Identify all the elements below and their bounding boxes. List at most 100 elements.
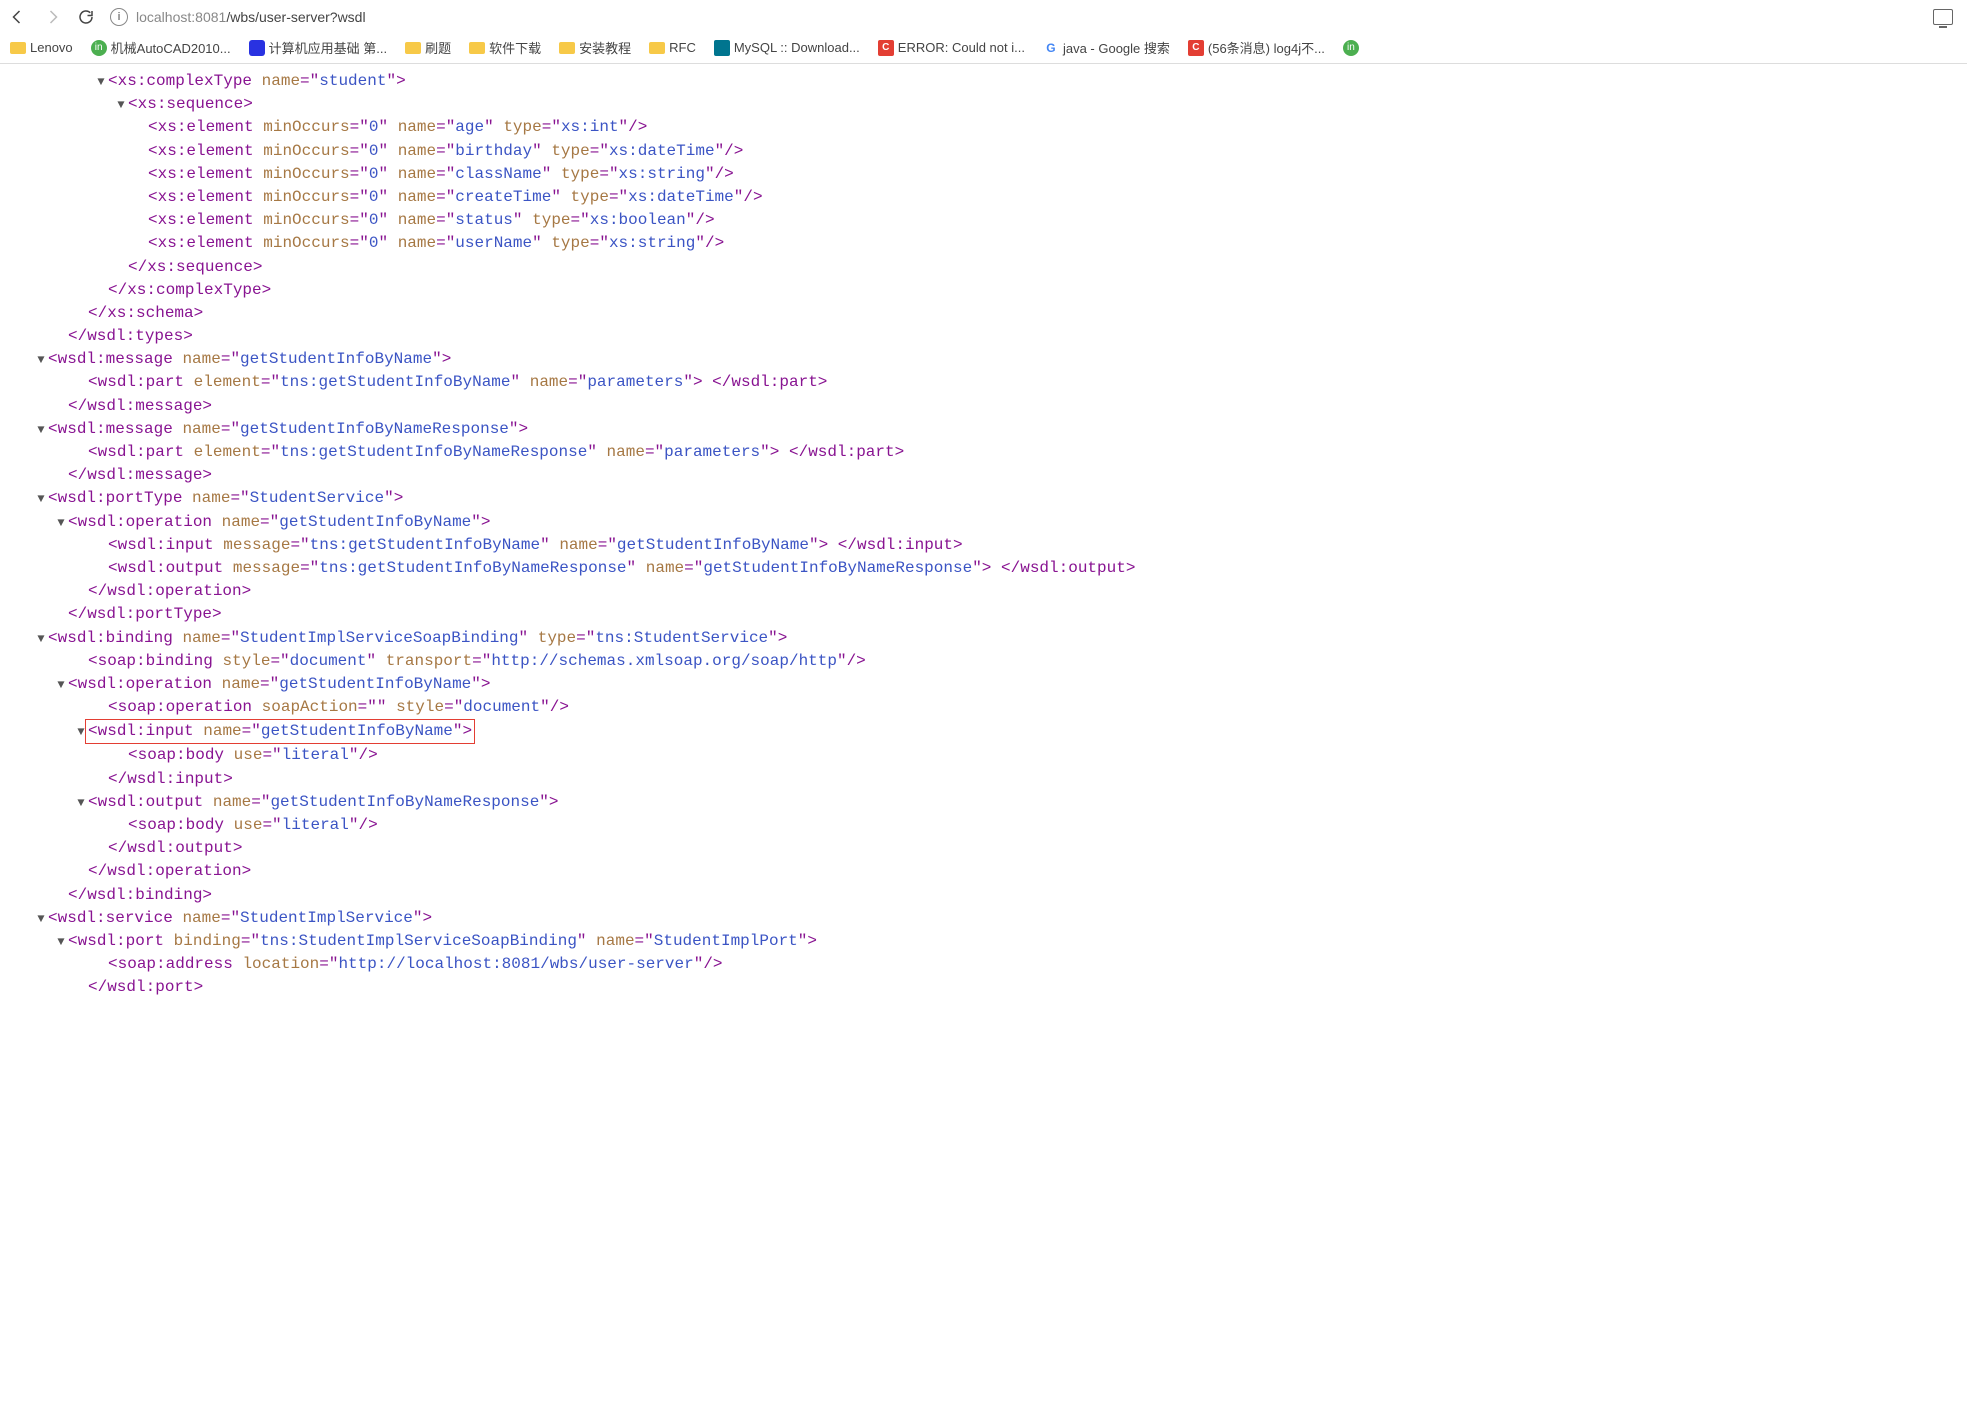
xml-node[interactable]: <wsdl:message name="getStudentInfoByName… [48, 418, 528, 441]
xml-node[interactable]: <wsdl:part element="tns:getStudentInfoBy… [88, 371, 827, 394]
xml-line: <soap:body use="literal"/> [14, 744, 1953, 767]
xml-node[interactable]: <wsdl:binding name="StudentImplServiceSo… [48, 627, 787, 650]
bookmark-item[interactable]: RFC [649, 40, 696, 55]
xml-node[interactable]: <soap:binding style="document" transport… [88, 650, 866, 673]
xml-node[interactable]: <xs:sequence> [128, 93, 253, 116]
xml-node[interactable]: <wsdl:part element="tns:getStudentInfoBy… [88, 441, 904, 464]
xml-node[interactable]: <soap:operation soapAction="" style="doc… [108, 696, 569, 719]
xml-node[interactable]: <xs:element minOccurs="0" name="classNam… [148, 163, 734, 186]
xml-line: ▼<wsdl:portType name="StudentService"> [14, 487, 1953, 510]
xml-node[interactable]: </wsdl:operation> [88, 860, 251, 883]
xml-node[interactable]: </xs:schema> [88, 302, 203, 325]
xml-node[interactable]: </wsdl:portType> [68, 603, 222, 626]
bookmark-label: Lenovo [30, 40, 73, 55]
bookmark-item[interactable]: Lenovo [10, 40, 73, 55]
reload-button[interactable] [76, 7, 96, 27]
bookmark-label: 软件下载 [489, 38, 541, 57]
xml-node[interactable]: <wsdl:output message="tns:getStudentInfo… [108, 557, 1135, 580]
xml-node[interactable]: <wsdl:port binding="tns:StudentImplServi… [68, 930, 817, 953]
bookmark-item[interactable]: in机械AutoCAD2010... [91, 38, 231, 57]
info-icon[interactable]: i [110, 8, 128, 26]
xml-node[interactable]: </wsdl:message> [68, 395, 212, 418]
xml-line: ▼<wsdl:port binding="tns:StudentImplServ… [14, 930, 1953, 953]
xml-node[interactable]: <soap:body use="literal"/> [128, 814, 378, 837]
address-bar[interactable]: i localhost:8081/wbs/user-server?wsdl [110, 8, 1919, 26]
collapse-toggle-icon[interactable]: ▼ [34, 491, 48, 508]
xml-node[interactable]: </xs:sequence> [128, 256, 262, 279]
bookmark-item[interactable]: 安装教程 [559, 38, 631, 57]
bookmark-item[interactable]: in [1343, 40, 1363, 56]
xml-line: <soap:address location="http://localhost… [14, 953, 1953, 976]
bookmark-label: RFC [669, 40, 696, 55]
collapse-toggle-icon[interactable]: ▼ [34, 422, 48, 439]
collapse-toggle-icon[interactable]: ▼ [54, 934, 68, 951]
bookmark-label: MySQL :: Download... [734, 40, 860, 55]
xml-node[interactable]: <wsdl:service name="StudentImplService"> [48, 907, 432, 930]
collapse-toggle-icon[interactable]: ▼ [94, 74, 108, 91]
collapse-toggle-icon[interactable]: ▼ [74, 795, 88, 812]
xml-node[interactable]: <xs:complexType name="student"> [108, 70, 406, 93]
xml-line: <xs:element minOccurs="0" name="birthday… [14, 140, 1953, 163]
xml-line: </xs:sequence> [14, 256, 1953, 279]
bookmark-icon [405, 42, 421, 54]
xml-line: ▼<xs:complexType name="student"> [14, 70, 1953, 93]
xml-node[interactable]: </wsdl:input> [108, 768, 233, 791]
xml-node[interactable]: </wsdl:operation> [88, 580, 251, 603]
xml-node[interactable]: <wsdl:input message="tns:getStudentInfoB… [108, 534, 963, 557]
xml-node[interactable]: <soap:address location="http://localhost… [108, 953, 723, 976]
xml-line: ▼<xs:sequence> [14, 93, 1953, 116]
forward-button[interactable] [42, 7, 62, 27]
bookmark-icon: C [878, 40, 894, 56]
browser-toolbar: i localhost:8081/wbs/user-server?wsdl [0, 0, 1967, 34]
collapse-toggle-icon[interactable]: ▼ [34, 911, 48, 928]
bookmark-item[interactable]: C(56条消息) log4j不... [1188, 38, 1325, 57]
xml-line: </xs:schema> [14, 302, 1953, 325]
xml-line: </wsdl:operation> [14, 580, 1953, 603]
collapse-toggle-icon[interactable]: ▼ [114, 97, 128, 114]
bookmark-item[interactable]: 软件下载 [469, 38, 541, 57]
xml-node[interactable]: </wsdl:output> [108, 837, 242, 860]
bookmark-label: 刷题 [425, 38, 451, 57]
xml-node[interactable]: <wsdl:message name="getStudentInfoByName… [48, 348, 451, 371]
collapse-toggle-icon[interactable]: ▼ [34, 631, 48, 648]
xml-node[interactable]: </wsdl:port> [88, 976, 203, 999]
xml-node[interactable]: <xs:element minOccurs="0" name="userName… [148, 232, 724, 255]
bookmark-icon [249, 40, 265, 56]
xml-node[interactable]: <xs:element minOccurs="0" name="status" … [148, 209, 715, 232]
xml-line: </wsdl:input> [14, 768, 1953, 791]
bookmark-icon [714, 40, 730, 56]
xml-line: </wsdl:types> [14, 325, 1953, 348]
url-text: localhost:8081/wbs/user-server?wsdl [136, 9, 366, 25]
collapse-toggle-icon[interactable]: ▼ [54, 677, 68, 694]
back-button[interactable] [8, 7, 28, 27]
xml-node[interactable]: </wsdl:message> [68, 464, 212, 487]
collapse-toggle-icon[interactable]: ▼ [34, 352, 48, 369]
xml-node[interactable]: <wsdl:operation name="getStudentInfoByNa… [68, 673, 491, 696]
xml-line: <wsdl:input message="tns:getStudentInfoB… [14, 534, 1953, 557]
xml-node[interactable]: </wsdl:binding> [68, 884, 212, 907]
xml-node[interactable]: <xs:element minOccurs="0" name="age" typ… [148, 116, 647, 139]
bookmark-item[interactable]: 计算机应用基础 第... [249, 38, 387, 57]
xml-node[interactable]: <wsdl:input name="getStudentInfoByName"> [85, 719, 475, 744]
bookmark-icon: in [91, 40, 107, 56]
bookmark-item[interactable]: C ERROR: Could not i... [878, 40, 1025, 56]
xml-node[interactable]: <wsdl:output name="getStudentInfoByNameR… [88, 791, 559, 814]
xml-node[interactable]: <soap:body use="literal"/> [128, 744, 378, 767]
xml-node[interactable]: <xs:element minOccurs="0" name="birthday… [148, 140, 743, 163]
xml-line: </wsdl:message> [14, 395, 1953, 418]
xml-node[interactable]: <xs:element minOccurs="0" name="createTi… [148, 186, 763, 209]
xml-node[interactable]: <wsdl:operation name="getStudentInfoByNa… [68, 511, 491, 534]
xml-line: <wsdl:output message="tns:getStudentInfo… [14, 557, 1953, 580]
xml-node[interactable]: <wsdl:portType name="StudentService"> [48, 487, 403, 510]
xml-node[interactable]: </xs:complexType> [108, 279, 271, 302]
bookmark-item[interactable]: MySQL :: Download... [714, 40, 860, 56]
device-toggle-icon[interactable] [1933, 9, 1953, 25]
collapse-toggle-icon[interactable]: ▼ [54, 515, 68, 532]
bookmark-label: ERROR: Could not i... [898, 40, 1025, 55]
xml-line: ▼<wsdl:service name="StudentImplService"… [14, 907, 1953, 930]
bookmark-item[interactable]: 刷题 [405, 38, 451, 57]
bookmark-icon: G [1043, 40, 1059, 56]
xml-line: <xs:element minOccurs="0" name="createTi… [14, 186, 1953, 209]
xml-node[interactable]: </wsdl:types> [68, 325, 193, 348]
bookmark-item[interactable]: Gjava - Google 搜索 [1043, 38, 1170, 57]
